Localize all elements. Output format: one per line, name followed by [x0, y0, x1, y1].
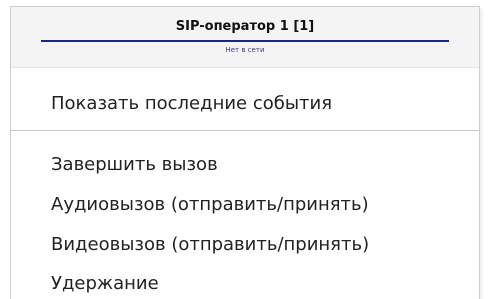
menu-item-end-call[interactable]: Завершить вызов: [51, 154, 218, 176]
title-underline: [41, 40, 449, 42]
menu-item-show-recent-events[interactable]: Показать последние события: [51, 93, 332, 115]
menu-separator: [11, 130, 479, 131]
status-text: Нет в сети: [225, 46, 265, 54]
context-menu: SIP-оператор 1 [1] Нет в сети Показать п…: [10, 6, 480, 299]
menu-item-video-call[interactable]: Видеовызов (отправить/принять): [51, 234, 369, 256]
menu-item-hold[interactable]: Удержание: [51, 273, 159, 295]
menu-header: SIP-оператор 1 [1] Нет в сети: [11, 7, 479, 68]
menu-item-audio-call[interactable]: Аудиовызов (отправить/принять): [51, 194, 369, 216]
menu-title: SIP-оператор 1 [1]: [175, 19, 315, 34]
